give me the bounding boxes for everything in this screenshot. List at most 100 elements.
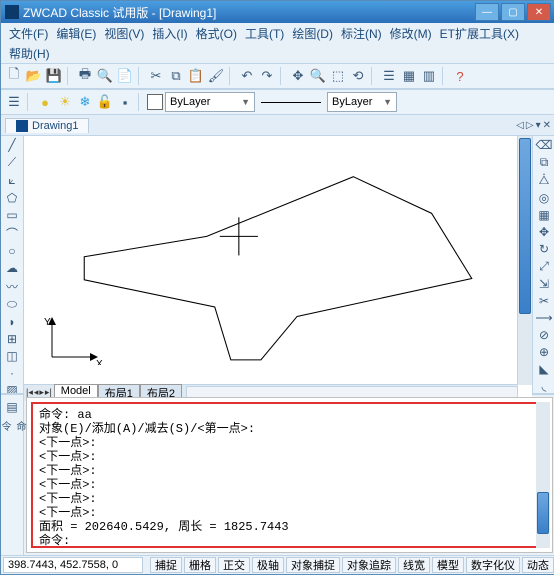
otrack-button[interactable]: 对象追踪 (342, 557, 396, 573)
calc-icon[interactable]: ▤ (4, 399, 20, 415)
paste-icon[interactable]: 📋 (187, 67, 205, 85)
polyline-icon[interactable]: ⟀ (4, 173, 20, 188)
cmd-opt-icon[interactable]: 命令 (4, 421, 20, 437)
cut-icon[interactable]: ✂ (147, 67, 165, 85)
copy-icon[interactable]: ⧉ (167, 67, 185, 85)
design-center-icon[interactable]: ▦ (400, 67, 418, 85)
fillet-icon[interactable]: ◟ (536, 379, 552, 393)
save-icon[interactable]: 💾 (45, 67, 63, 85)
command-history[interactable]: 命令: aa 对象(E)/添加(A)/减去(S)/<第一点>: <下一点>: <… (31, 402, 548, 548)
properties-icon[interactable]: ☰ (380, 67, 398, 85)
maximize-button[interactable]: ▢ (501, 3, 525, 21)
match-icon[interactable]: 🖌 (207, 67, 225, 85)
menu-file[interactable]: 文件(F) (5, 23, 52, 44)
menu-view[interactable]: 视图(V) (100, 23, 148, 44)
right-toolbar: ⌫ ⧉ ⧊ ◎ ▦ ✥ ↻ ⤢ ⇲ ✂ ⟶ ⊘ ⊕ ◣ ◟ ✶ (532, 136, 554, 393)
canvas-vscrollbar[interactable] (517, 136, 532, 385)
menu-tools[interactable]: 工具(T) (241, 23, 288, 44)
drawing-canvas[interactable]: X Y |◂ ◂ ▸ ▸| Model 布局1 布局2 (24, 136, 532, 401)
stretch-icon[interactable]: ⇲ (536, 277, 552, 291)
publish-icon[interactable]: 📄 (116, 67, 134, 85)
chamfer-icon[interactable]: ◣ (536, 362, 552, 376)
pan-icon[interactable]: ✥ (289, 67, 307, 85)
print-icon[interactable]: 🖶 (76, 67, 94, 85)
join-icon[interactable]: ⊕ (536, 345, 552, 359)
tab-prev-icon[interactable]: ◁ (516, 120, 524, 131)
tool-palette-icon[interactable]: ▥ (420, 67, 438, 85)
menu-insert[interactable]: 插入(I) (148, 23, 191, 44)
tab-next-icon[interactable]: ▷ (526, 120, 534, 131)
titlebar: ZWCAD Classic 试用版 - [Drawing1] — ▢ ✕ (1, 1, 554, 23)
minimize-button[interactable]: — (475, 3, 499, 21)
polar-button[interactable]: 极轴 (252, 557, 284, 573)
layer-manager-icon[interactable]: ☰ (5, 93, 23, 111)
zoom-icon[interactable]: 🔍 (309, 67, 327, 85)
menu-modify[interactable]: 修改(M) (386, 23, 436, 44)
new-icon[interactable]: 🗋 (5, 67, 23, 85)
arc-icon[interactable]: ⌒ (4, 225, 20, 241)
help-icon[interactable]: ? (451, 67, 469, 85)
xline-icon[interactable]: ⟋ (4, 155, 20, 170)
command-vscrollbar[interactable] (536, 402, 550, 548)
color-swatch[interactable] (147, 94, 163, 110)
preview-icon[interactable]: 🔍 (96, 67, 114, 85)
layer-state2-icon[interactable]: ☀ (56, 93, 74, 111)
coordinate-readout[interactable]: 398.7443, 452.7558, 0 (3, 557, 143, 573)
move-icon[interactable]: ✥ (536, 225, 552, 239)
erase-icon[interactable]: ⌫ (536, 138, 552, 152)
zoomprev-icon[interactable]: ⟲ (349, 67, 367, 85)
tab-close-icon[interactable]: ✕ (543, 120, 551, 131)
command-left-tools: ▤ 命令 (1, 395, 24, 555)
dyn-button[interactable]: 动态 (522, 557, 554, 573)
close-button[interactable]: ✕ (527, 3, 551, 21)
undo-icon[interactable]: ↶ (238, 67, 256, 85)
spline-icon[interactable]: 〰 (4, 278, 20, 294)
ellipsearc-icon[interactable]: ◗ (4, 315, 20, 329)
block-icon[interactable]: ◫ (4, 349, 20, 363)
open-icon[interactable]: 📂 (25, 67, 43, 85)
ortho-button[interactable]: 正交 (218, 557, 250, 573)
layer-state3-icon[interactable]: ❄ (76, 93, 94, 111)
snap-button[interactable]: 捕捉 (150, 557, 182, 573)
layer-combo[interactable]: ByLayer ▼ (165, 92, 255, 112)
linetype-combo[interactable]: ByLayer ▼ (327, 92, 397, 112)
mirror-icon[interactable]: ⧊ (536, 173, 552, 188)
document-tabbar: Drawing1 ◁ ▷ ▾ ✕ (1, 115, 554, 136)
point-icon[interactable]: · (4, 366, 20, 380)
line-icon[interactable]: ╱ (4, 138, 20, 152)
menu-edit[interactable]: 编辑(E) (52, 23, 100, 44)
redo-icon[interactable]: ↷ (258, 67, 276, 85)
layer-state4-icon[interactable]: 🔓 (96, 93, 114, 111)
menu-et[interactable]: ET扩展工具(X) (436, 23, 523, 44)
offset-icon[interactable]: ◎ (536, 191, 552, 205)
grid-button[interactable]: 栅格 (184, 557, 216, 573)
menu-draw[interactable]: 绘图(D) (288, 23, 337, 44)
break-icon[interactable]: ⊘ (536, 328, 552, 342)
insert-icon[interactable]: ⊞ (4, 332, 20, 346)
ellipse-icon[interactable]: ⬭ (4, 297, 20, 312)
rotate-icon[interactable]: ↻ (536, 242, 552, 256)
circle-icon[interactable]: ○ (4, 244, 20, 258)
lweight-button[interactable]: 线宽 (398, 557, 430, 573)
zoomwin-icon[interactable]: ⬚ (329, 67, 347, 85)
trim-icon[interactable]: ✂ (536, 294, 552, 308)
rectangle-icon[interactable]: ▭ (4, 208, 20, 222)
menu-help[interactable]: 帮助(H) (5, 43, 54, 64)
model-button[interactable]: 模型 (432, 557, 464, 573)
polygon-icon[interactable]: ⬠ (4, 191, 20, 205)
osnap-button[interactable]: 对象捕捉 (286, 557, 340, 573)
copy-obj-icon[interactable]: ⧉ (536, 155, 552, 170)
layer-state5-icon[interactable]: ▪ (116, 93, 134, 111)
extend-icon[interactable]: ⟶ (536, 311, 552, 325)
drawing-icon (16, 120, 28, 132)
menu-dim[interactable]: 标注(N) (337, 23, 386, 44)
revcloud-icon[interactable]: ☁ (4, 261, 20, 275)
digitizer-button[interactable]: 数字化仪 (466, 557, 520, 573)
scale-icon[interactable]: ⤢ (536, 259, 552, 274)
layer-state1-icon[interactable]: ● (36, 93, 54, 111)
array-icon[interactable]: ▦ (536, 208, 552, 222)
statusbar: 398.7443, 452.7558, 0 捕捉 栅格 正交 极轴 对象捕捉 对… (1, 555, 554, 574)
document-tab[interactable]: Drawing1 (5, 118, 89, 133)
menu-format[interactable]: 格式(O) (192, 23, 241, 44)
tab-menu-icon[interactable]: ▾ (536, 120, 541, 131)
